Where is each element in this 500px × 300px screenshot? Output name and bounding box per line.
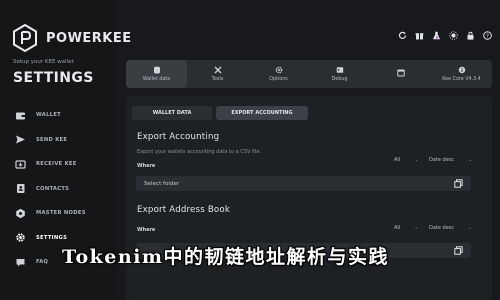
brand-name: POWERKEE bbox=[46, 30, 132, 46]
tools-icon bbox=[214, 66, 222, 74]
tab-wallet-data[interactable]: Wallet data bbox=[126, 60, 187, 88]
tab-label: Options bbox=[269, 77, 288, 82]
tab-tools[interactable]: Tools bbox=[187, 60, 248, 88]
where-label: Where bbox=[137, 163, 156, 169]
subtab-bar: WALLET DATA EXPORT ACCOUNTING bbox=[132, 106, 482, 120]
sidebar-item-label: WALLET bbox=[36, 112, 61, 119]
faq-icon bbox=[14, 256, 26, 268]
where-label: Where bbox=[137, 227, 156, 233]
sidebar-item-wallet[interactable]: WALLET bbox=[14, 103, 114, 128]
receive-icon bbox=[14, 158, 26, 170]
sidebar-item-receive-kee[interactable]: RECEIVE KEE bbox=[14, 152, 114, 177]
overlay-caption: Tokenim中的韧链地址解析与实践 bbox=[62, 246, 390, 268]
chevron-down-icon: ⌄ bbox=[414, 225, 419, 231]
filter-value: All bbox=[394, 157, 401, 163]
sidebar-item-label: FAQ bbox=[36, 259, 49, 266]
subtab-export-accounting[interactable]: EXPORT ACCOUNTING bbox=[216, 106, 308, 120]
tab-label: Kee Core V4.3.4 bbox=[442, 77, 481, 82]
export-accounting-title: Export Accounting bbox=[137, 132, 220, 142]
refresh-icon[interactable] bbox=[397, 30, 407, 40]
tab-label: Debug bbox=[331, 77, 348, 82]
info-icon bbox=[458, 66, 466, 74]
gift-icon[interactable] bbox=[414, 30, 424, 40]
contacts-icon bbox=[14, 183, 26, 195]
filter-dropdown[interactable]: All ⌄ bbox=[394, 225, 418, 231]
flask-icon[interactable] bbox=[431, 30, 441, 40]
gear-icon bbox=[14, 232, 26, 244]
sidebar-item-label: CONTACTS bbox=[36, 185, 70, 192]
chevron-down-icon: ⌄ bbox=[468, 157, 473, 163]
sidebar-item-send-kee[interactable]: SEND KEE bbox=[14, 128, 114, 153]
sidebar-item-label: MASTER NODES bbox=[36, 210, 86, 217]
sort-value: Date desc bbox=[429, 225, 455, 231]
options-icon bbox=[275, 66, 283, 74]
sidebar-item-label: RECEIVE KEE bbox=[36, 161, 77, 168]
sort-value: Date desc bbox=[429, 157, 455, 163]
copy-icon[interactable] bbox=[454, 246, 463, 255]
chevron-down-icon: ⌄ bbox=[414, 157, 419, 163]
filter-value: All bbox=[394, 225, 401, 231]
filter-dropdown[interactable]: All ⌄ bbox=[394, 157, 418, 163]
select-folder-input[interactable]: Select folder bbox=[136, 176, 471, 191]
setup-line: Setup your KEE wallet bbox=[13, 59, 74, 65]
export-address-title: Export Address Book bbox=[137, 205, 231, 215]
wallet-icon bbox=[14, 109, 26, 121]
top-toolbar: ? bbox=[397, 30, 492, 40]
sidebar-item-contacts[interactable]: CONTACTS bbox=[14, 177, 114, 202]
sort-dropdown[interactable]: Date desc ⌄ bbox=[429, 157, 472, 163]
tab-window[interactable] bbox=[370, 60, 431, 88]
chevron-down-icon: ⌄ bbox=[468, 225, 473, 231]
settings-tabbar: Wallet data Tools Options Debug Kee Core… bbox=[126, 60, 492, 88]
powerkee-logo-icon bbox=[13, 24, 37, 52]
tab-label: Wallet data bbox=[142, 77, 171, 82]
brightness-icon[interactable] bbox=[448, 30, 458, 40]
page-title: SETTINGS bbox=[13, 70, 94, 86]
help-icon[interactable]: ? bbox=[482, 30, 492, 40]
lock-icon[interactable] bbox=[465, 30, 475, 40]
subtab-wallet-data[interactable]: WALLET DATA bbox=[132, 106, 212, 120]
masternodes-icon bbox=[14, 207, 26, 219]
tab-label: Tools bbox=[211, 77, 224, 82]
svg-text:?: ? bbox=[486, 33, 489, 39]
sidebar-item-label: SETTINGS bbox=[36, 234, 68, 241]
send-icon bbox=[14, 134, 26, 146]
brand-logo: POWERKEE bbox=[12, 24, 132, 52]
sidebar-item-master-nodes[interactable]: MASTER NODES bbox=[14, 201, 114, 226]
sort-dropdown[interactable]: Date desc ⌄ bbox=[429, 225, 472, 231]
window-icon bbox=[396, 69, 405, 77]
database-icon bbox=[153, 66, 161, 74]
sidebar-item-label: SEND KEE bbox=[36, 136, 68, 143]
content-panel: WALLET DATA EXPORT ACCOUNTING Export Acc… bbox=[126, 96, 492, 300]
export-accounting-desc: Export your wallets accounting data to a… bbox=[137, 149, 262, 155]
tab-options[interactable]: Options bbox=[248, 60, 309, 88]
tab-kee-core[interactable]: Kee Core V4.3.4 bbox=[431, 60, 492, 88]
select-folder-text: Select folder bbox=[144, 180, 180, 187]
copy-icon[interactable] bbox=[454, 179, 463, 188]
debug-icon bbox=[336, 66, 344, 74]
tab-debug[interactable]: Debug bbox=[309, 60, 370, 88]
